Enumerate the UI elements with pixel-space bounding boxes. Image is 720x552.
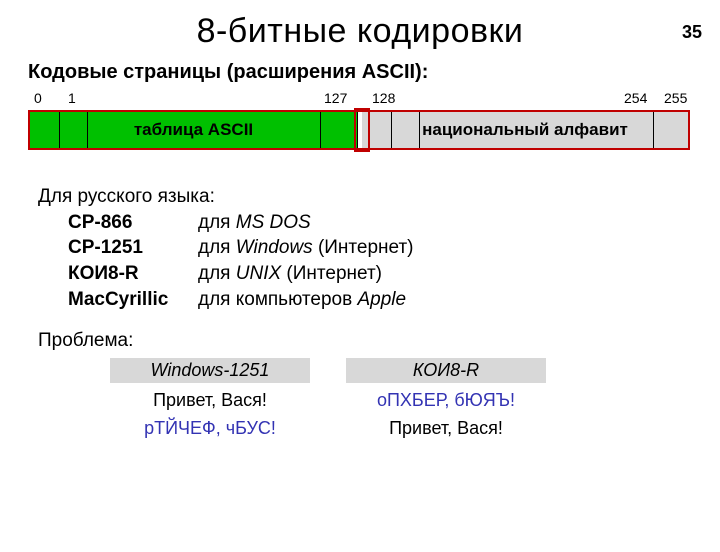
encodings-block: Для русского языка: CP-866 для MS DOS CP… xyxy=(38,184,720,312)
encoding-desc: для компьютеров Apple xyxy=(198,287,406,313)
cell-win-garbled: рТЙЧЕФ, чБУС! xyxy=(110,415,310,442)
problem-heading: Проблема: xyxy=(38,330,720,352)
col-head-koi8: КОИ8-R xyxy=(346,358,546,383)
encoding-row: MacCyrillic для компьютеров Apple xyxy=(68,287,720,313)
encoding-name: MacCyrillic xyxy=(68,287,198,313)
page-number: 35 xyxy=(682,22,702,43)
encoding-name: КОИ8-R xyxy=(68,261,198,287)
subtitle: Кодовые страницы (расширения ASCII): xyxy=(28,61,720,84)
encoding-row: CP-1251 для Windows (Интернет) xyxy=(68,235,720,261)
encoding-row: CP-866 для MS DOS xyxy=(68,210,720,236)
encoding-comparison-grid: Windows-1251 КОИ8-R Привет, Вася! оПХБЕР… xyxy=(110,358,720,442)
tick-0: 0 xyxy=(34,90,42,106)
national-half: национальный алфавит xyxy=(362,112,688,148)
tick-127: 127 xyxy=(324,90,347,106)
encoding-desc: для MS DOS xyxy=(198,210,311,236)
cell-koi-garbled: оПХБЕР, бЮЯЪ! xyxy=(346,387,546,414)
encoding-name: CP-1251 xyxy=(68,235,198,261)
lang-intro: Для русского языка: xyxy=(38,184,720,210)
cell-koi-correct: Привет, Вася! xyxy=(346,415,546,442)
tick-255: 255 xyxy=(664,90,687,106)
page-title: 8-битные кодировки xyxy=(0,12,720,51)
tick-128: 128 xyxy=(372,90,395,106)
byte-range-diagram: 0 1 127 128 254 255 таблица ASCII национ… xyxy=(28,90,692,162)
encoding-desc: для UNIX (Интернет) xyxy=(198,261,382,287)
boundary-highlight xyxy=(354,108,370,152)
cell-win-correct: Привет, Вася! xyxy=(110,387,310,414)
ascii-caption: таблица ASCII xyxy=(134,120,253,140)
encoding-desc: для Windows (Интернет) xyxy=(198,235,414,261)
national-caption: национальный алфавит xyxy=(422,120,628,140)
tick-1: 1 xyxy=(68,90,76,106)
encoding-row: КОИ8-R для UNIX (Интернет) xyxy=(68,261,720,287)
col-head-windows: Windows-1251 xyxy=(110,358,310,383)
tick-254: 254 xyxy=(624,90,647,106)
encoding-name: CP-866 xyxy=(68,210,198,236)
ascii-half: таблица ASCII xyxy=(30,112,358,148)
